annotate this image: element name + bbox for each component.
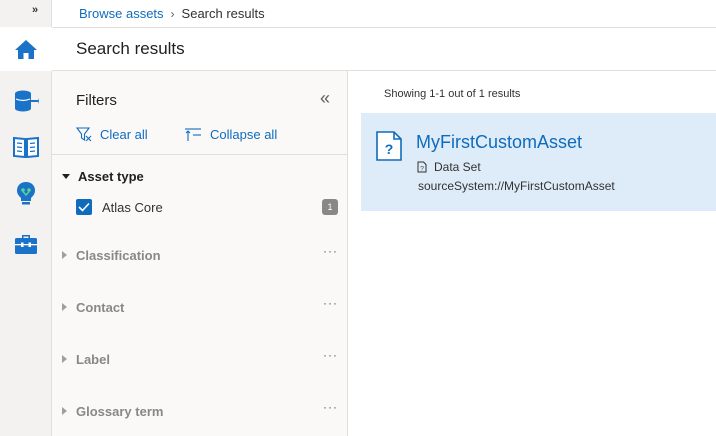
- insights-icon: [17, 182, 35, 205]
- facet-classification-more-button[interactable]: ···: [323, 244, 338, 258]
- facet-classification[interactable]: Classification ···: [62, 244, 338, 264]
- clear-filter-icon: [76, 127, 92, 142]
- caret-right-icon: [62, 407, 67, 415]
- filters-title: Filters: [76, 92, 117, 109]
- asset-type-label: Asset type: [78, 169, 144, 184]
- facet-label[interactable]: Label ···: [62, 348, 338, 368]
- svg-text:?: ?: [420, 166, 424, 173]
- facet-contact-more-button[interactable]: ···: [323, 296, 338, 310]
- collapse-all-button[interactable]: Collapse all: [184, 127, 277, 142]
- svg-text:?: ?: [385, 141, 394, 157]
- data-sources-icon: [15, 90, 39, 112]
- clear-all-label: Clear all: [100, 127, 148, 142]
- management-icon: [15, 235, 37, 254]
- atlas-core-count-badge: 1: [322, 199, 338, 215]
- facet-label-more-button[interactable]: ···: [323, 348, 338, 362]
- collapse-all-label: Collapse all: [210, 127, 278, 142]
- clear-all-button[interactable]: Clear all: [76, 127, 148, 142]
- nav-glossary[interactable]: [0, 125, 52, 169]
- caret-right-icon: [62, 303, 67, 311]
- result-item[interactable]: ? MyFirstCustomAsset ? Data Set sourceSy…: [361, 113, 716, 211]
- breadcrumb-current: Search results: [181, 6, 265, 21]
- page-title: Search results: [76, 39, 185, 58]
- facet-contact-label: Contact: [76, 299, 125, 315]
- filters-divider: [52, 154, 347, 155]
- result-qualified-name: sourceSystem://MyFirstCustomAsset: [418, 179, 615, 193]
- collapse-filters-button[interactable]: «: [320, 88, 330, 109]
- facet-glossary-term-more-button[interactable]: ···: [323, 400, 338, 414]
- result-type: ? Data Set: [417, 160, 481, 174]
- left-nav-rail: »: [0, 0, 52, 436]
- facet-contact[interactable]: Contact ···: [62, 296, 338, 316]
- facet-label-label: Label: [76, 351, 110, 367]
- facet-glossary-term-label: Glossary term: [76, 403, 164, 419]
- atlas-core-label: Atlas Core: [102, 199, 163, 215]
- facet-glossary-term[interactable]: Glossary term ···: [62, 400, 338, 420]
- result-title-link[interactable]: MyFirstCustomAsset: [416, 132, 582, 153]
- results-summary: Showing 1-1 out of 1 results: [384, 88, 521, 100]
- checkmark-icon: [78, 202, 90, 212]
- expand-nav-button[interactable]: »: [32, 4, 38, 16]
- breadcrumb: Browse assets › Search results: [52, 0, 716, 28]
- asset-type-option-atlas-core[interactable]: Atlas Core 1: [76, 198, 338, 216]
- data-set-icon: ?: [417, 161, 427, 173]
- nav-management[interactable]: [0, 222, 52, 266]
- filters-panel: Filters « Clear all Collapse all Asset t…: [52, 71, 348, 436]
- atlas-core-checkbox[interactable]: [76, 199, 92, 215]
- nav-data-sources[interactable]: [0, 79, 52, 123]
- unknown-asset-icon: ?: [376, 131, 402, 161]
- caret-right-icon: [62, 251, 67, 259]
- nav-insights[interactable]: [0, 172, 52, 216]
- app-root: » Browse assets › Search results Search …: [0, 0, 716, 436]
- asset-type-facet-header[interactable]: Asset type: [62, 169, 144, 184]
- result-type-label: Data Set: [434, 160, 481, 174]
- caret-right-icon: [62, 355, 67, 363]
- breadcrumb-separator: ›: [170, 6, 175, 21]
- home-icon: [15, 40, 37, 59]
- collapse-all-icon: [185, 127, 201, 141]
- facet-classification-label: Classification: [76, 247, 161, 263]
- glossary-icon: [13, 136, 39, 158]
- caret-down-icon: [62, 174, 70, 179]
- nav-home[interactable]: [0, 27, 52, 71]
- breadcrumb-browse-assets-link[interactable]: Browse assets: [79, 6, 164, 21]
